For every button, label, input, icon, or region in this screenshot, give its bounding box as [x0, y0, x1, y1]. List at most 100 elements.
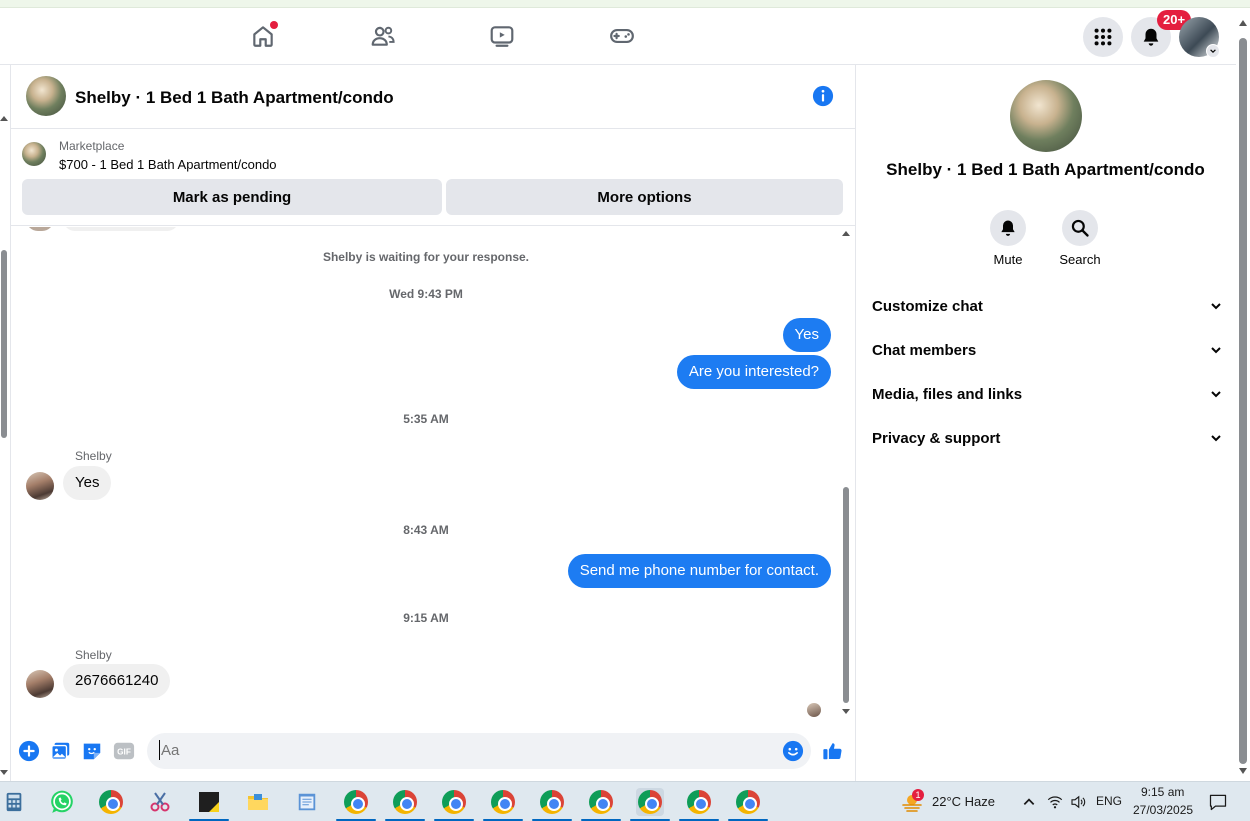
chrome-profile-1-icon[interactable]: [342, 788, 370, 816]
chrome-profile-3-icon[interactable]: [440, 788, 468, 816]
chrome-profile-9-icon[interactable]: [734, 788, 762, 816]
incoming-message[interactable]: Yes: [63, 466, 112, 500]
page-scrollbar-left[interactable]: [0, 116, 8, 775]
add-more-icon[interactable]: [18, 740, 40, 762]
search-label: Search: [1059, 252, 1101, 267]
info-icon[interactable]: [812, 85, 834, 107]
chrome-profile-2-icon[interactable]: [391, 788, 419, 816]
chrome-profile-4-icon[interactable]: [489, 788, 517, 816]
notification-center-icon[interactable]: [1204, 788, 1232, 816]
search-button[interactable]: Search: [1045, 210, 1115, 267]
page-scroll-thumb[interactable]: [1, 250, 7, 438]
outgoing-message[interactable]: Yes: [782, 318, 831, 352]
text-caret: [159, 740, 160, 760]
home-notification-dot: [270, 21, 278, 29]
mute-button[interactable]: Mute: [973, 210, 1043, 267]
network-icon[interactable]: [1043, 788, 1067, 816]
sender-name: Shelby: [75, 648, 112, 662]
sticker-icon[interactable]: [81, 740, 103, 762]
scroll-down-arrow-icon[interactable]: [1239, 768, 1247, 774]
weather-alert-badge: 1: [912, 789, 924, 801]
chat-scroll-thumb[interactable]: [843, 487, 849, 703]
scroll-up-arrow-icon[interactable]: [1239, 20, 1247, 26]
timestamp: 5:35 AM: [403, 412, 449, 426]
chat-scroll-up-icon[interactable]: [842, 231, 850, 236]
tray-overflow-chevron-icon[interactable]: [1017, 788, 1041, 816]
chevron-down-icon: [1211, 303, 1221, 310]
friends-icon[interactable]: [368, 21, 398, 51]
clock-time[interactable]: 9:15 am: [1141, 785, 1184, 799]
chat-members-section[interactable]: Chat members: [872, 338, 1222, 362]
outgoing-message[interactable]: Send me phone number for contact.: [567, 554, 831, 588]
chrome-profile-active-icon[interactable]: [636, 788, 664, 816]
volume-icon[interactable]: [1066, 788, 1090, 816]
panel-title: Shelby · 1 Bed 1 Bath Apartment/condo: [886, 160, 1205, 179]
marketplace-label: Marketplace: [59, 139, 125, 153]
snipping-tool-icon[interactable]: [146, 788, 174, 816]
input-language[interactable]: ENG: [1096, 794, 1122, 808]
sender-name: Shelby: [75, 449, 112, 463]
browser-top-strip: [0, 0, 1250, 8]
page-scroll-thumb-right[interactable]: [1239, 38, 1247, 764]
sticky-notes-icon[interactable]: [195, 788, 223, 816]
outgoing-message[interactable]: Are you interested?: [676, 355, 831, 389]
shelby-avatar[interactable]: [26, 472, 54, 500]
gaming-icon[interactable]: [607, 21, 637, 51]
account-chevron-icon[interactable]: [1206, 44, 1220, 58]
app-window: 20+ Shelby · 1 Bed 1 Bath Apartment/cond…: [0, 0, 1250, 821]
chevron-down-icon: [1211, 347, 1221, 354]
shelby-avatar[interactable]: [26, 670, 54, 698]
menu-grid-button[interactable]: [1083, 17, 1123, 57]
notepad-icon[interactable]: [293, 788, 321, 816]
panel-listing-avatar[interactable]: [1010, 80, 1082, 152]
chat-title[interactable]: Shelby · 1 Bed 1 Bath Apartment/condo: [75, 88, 394, 108]
calculator-icon[interactable]: [0, 788, 28, 816]
chrome-profile-5-icon[interactable]: [538, 788, 566, 816]
chrome-profile-6-icon[interactable]: [587, 788, 615, 816]
seen-indicator-avatar: [807, 703, 821, 717]
top-navigation-bar: 20+: [0, 8, 1236, 65]
timestamp: 9:15 AM: [403, 611, 449, 625]
scroll-down-arrow-icon[interactable]: [0, 770, 8, 775]
scroll-up-arrow-icon[interactable]: [0, 116, 8, 121]
emoji-icon[interactable]: [782, 740, 804, 762]
previous-message-avatar: [26, 227, 54, 231]
gif-label: GIF: [117, 748, 131, 757]
privacy-support-section[interactable]: Privacy & support: [872, 426, 1222, 450]
timestamp: Wed 9:43 PM: [389, 287, 463, 301]
weather-text[interactable]: 22°C Haze: [932, 794, 995, 809]
like-thumbs-up-icon[interactable]: [822, 740, 844, 762]
media-files-links-section[interactable]: Media, files and links: [872, 382, 1222, 406]
section-label: Chat members: [872, 341, 977, 359]
attach-photo-icon[interactable]: [50, 740, 72, 762]
chat-scroll-down-icon[interactable]: [842, 709, 850, 714]
whatsapp-icon[interactable]: [48, 788, 76, 816]
listing-price-title[interactable]: $700 - 1 Bed 1 Bath Apartment/condo: [59, 157, 277, 172]
mute-bell-icon: [1001, 220, 1015, 236]
section-label: Customize chat: [872, 297, 983, 315]
chat-details-panel: Shelby · 1 Bed 1 Bath Apartment/condo Mu…: [857, 65, 1237, 781]
file-explorer-icon[interactable]: [244, 788, 272, 816]
more-options-button[interactable]: More options: [446, 179, 843, 215]
chrome-profile-8-icon[interactable]: [685, 788, 713, 816]
gif-icon[interactable]: GIF: [113, 740, 135, 762]
listing-thumbnail[interactable]: [22, 142, 46, 166]
chat-pane: Shelby · 1 Bed 1 Bath Apartment/condo Ma…: [10, 65, 856, 781]
section-label: Media, files and links: [872, 385, 1023, 403]
waiting-notice: Shelby is waiting for your response.: [322, 250, 530, 264]
home-icon[interactable]: [248, 21, 278, 51]
message-input[interactable]: [147, 733, 811, 769]
mark-as-pending-button[interactable]: Mark as pending: [22, 179, 442, 215]
mute-label: Mute: [993, 252, 1023, 267]
bell-icon: [1143, 28, 1159, 46]
customize-chat-section[interactable]: Customize chat: [872, 294, 1222, 318]
chrome-browser-icon[interactable]: [97, 788, 125, 816]
search-icon: [1071, 219, 1089, 237]
incoming-message[interactable]: 2676661240: [63, 664, 171, 698]
listing-avatar[interactable]: [26, 76, 66, 116]
grid-icon: [1094, 28, 1112, 46]
clock-date[interactable]: 27/03/2025: [1133, 803, 1193, 817]
timestamp: 8:43 AM: [403, 523, 449, 537]
video-icon[interactable]: [487, 21, 517, 51]
marketplace-listing-bar: Marketplace $700 - 1 Bed 1 Bath Apartmen…: [11, 130, 856, 226]
